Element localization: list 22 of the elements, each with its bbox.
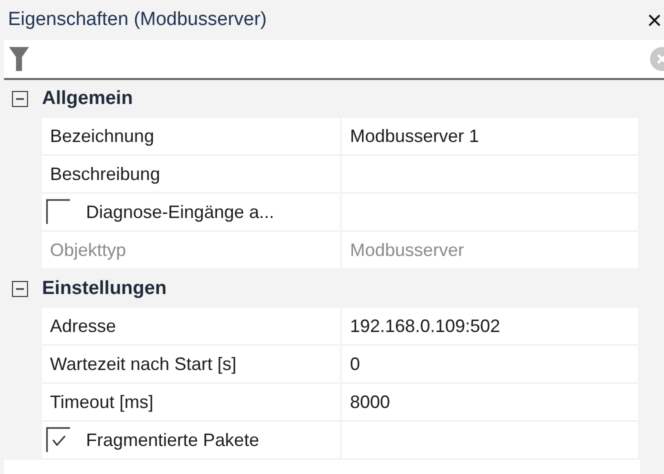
property-name-cell: Diagnose-Eingänge a...	[42, 194, 342, 232]
category-name: Allgemein	[42, 88, 133, 110]
property-name-cell: Wartezeit nach Start [s]	[42, 346, 342, 384]
collapse-icon[interactable]	[12, 91, 28, 107]
property-value-cell[interactable]: 0	[342, 346, 640, 384]
property-value-cell[interactable]: 8000	[342, 384, 640, 422]
close-button[interactable]: ×	[646, 4, 662, 36]
property-name-cell: Bezeichnung	[42, 118, 342, 156]
property-value-cell[interactable]: 192.168.0.109:502	[342, 308, 640, 346]
checkbox-icon[interactable]	[46, 199, 70, 225]
panel-title: Eigenschaften (Modbusserver)	[8, 9, 267, 31]
property-name-cell: Timeout [ms]	[42, 384, 342, 422]
property-name-cell: Fragmentierte Pakete	[42, 422, 342, 460]
filter-icon	[8, 46, 30, 72]
collapse-icon[interactable]	[12, 281, 28, 297]
property-name-cell: Objekttyp	[42, 232, 342, 270]
property-name-cell: Beschreibung	[42, 156, 342, 194]
property-value-cell[interactable]: Modbusserver 1	[342, 118, 640, 156]
checked-checkbox-icon[interactable]	[46, 427, 70, 453]
property-name-cell: Adresse	[42, 308, 342, 346]
filter-field[interactable]	[4, 40, 664, 80]
category-name: Einstellungen	[42, 278, 167, 300]
